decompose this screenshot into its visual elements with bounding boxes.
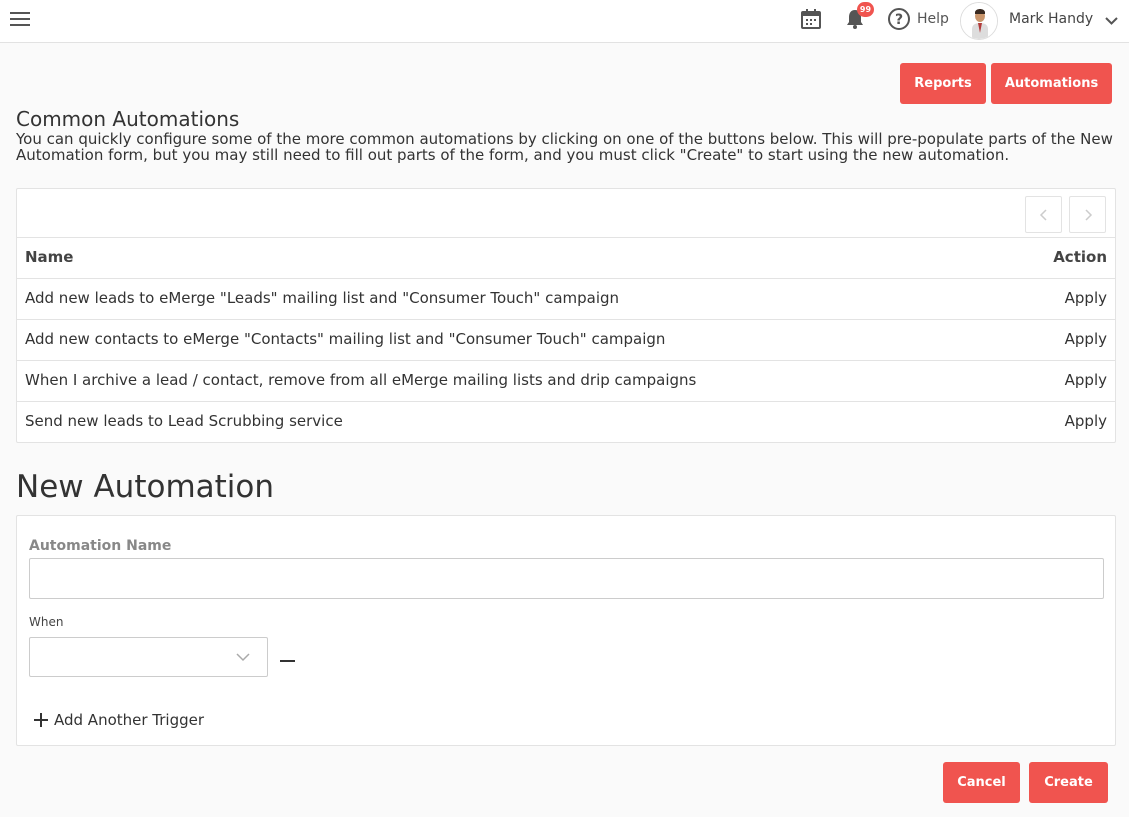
table-row: Send new leads to Lead Scrubbing service…: [17, 401, 1115, 442]
new-automation-title: New Automation: [16, 469, 275, 505]
previous-page-button[interactable]: [1025, 196, 1062, 233]
automations-button[interactable]: Automations: [991, 63, 1112, 104]
user-photo: [961, 3, 997, 39]
avatar[interactable]: [960, 2, 998, 40]
plus-icon: [34, 713, 48, 727]
chevron-down-icon: [236, 653, 250, 662]
top-bar: 99 ? Help Mark Handy: [0, 0, 1129, 43]
apply-link[interactable]: Apply: [1065, 289, 1107, 307]
automation-name-input[interactable]: [29, 558, 1104, 599]
common-automations-description: You can quickly configure some of the mo…: [16, 130, 1113, 164]
chevron-left-icon: [1039, 209, 1047, 221]
when-select[interactable]: [29, 637, 268, 677]
menu-icon[interactable]: [10, 12, 30, 28]
chevron-right-icon: [1085, 209, 1093, 221]
calendar-icon[interactable]: [800, 8, 822, 30]
when-label: When: [29, 615, 64, 629]
help-icon[interactable]: ?: [887, 7, 911, 31]
svg-text:?: ?: [895, 12, 903, 28]
apply-link[interactable]: Apply: [1065, 412, 1107, 430]
help-link[interactable]: Help: [917, 11, 949, 27]
automation-name: Send new leads to Lead Scrubbing service: [25, 412, 343, 430]
table-row: Add new leads to eMerge "Leads" mailing …: [17, 278, 1115, 319]
user-name[interactable]: Mark Handy: [1009, 11, 1093, 27]
table-row: When I archive a lead / contact, remove …: [17, 360, 1115, 401]
notification-badge: 99: [857, 2, 874, 17]
column-header-name: Name: [25, 248, 74, 266]
column-header-action: Action: [1053, 248, 1107, 266]
remove-trigger-button[interactable]: [280, 660, 295, 662]
chevron-down-icon[interactable]: [1104, 13, 1119, 28]
automation-name: Add new contacts to eMerge "Contacts" ma…: [25, 330, 666, 348]
common-automations-title: Common Automations: [16, 107, 240, 131]
table-header-row: Name Action: [17, 237, 1115, 278]
apply-link[interactable]: Apply: [1065, 371, 1107, 389]
apply-link[interactable]: Apply: [1065, 330, 1107, 348]
table-row: Add new contacts to eMerge "Contacts" ma…: [17, 319, 1115, 360]
new-automation-form: Automation Name When Add Another Trigger: [16, 515, 1116, 746]
reports-button[interactable]: Reports: [900, 63, 986, 104]
automation-name-label: Automation Name: [29, 538, 172, 554]
automation-name: When I archive a lead / contact, remove …: [25, 371, 697, 389]
next-page-button[interactable]: [1069, 196, 1106, 233]
add-another-trigger-label: Add Another Trigger: [54, 711, 205, 729]
cancel-button[interactable]: Cancel: [943, 762, 1020, 803]
automation-name: Add new leads to eMerge "Leads" mailing …: [25, 289, 620, 307]
common-automations-table: Name Action Add new leads to eMerge "Lea…: [16, 188, 1116, 443]
create-button[interactable]: Create: [1029, 762, 1108, 803]
